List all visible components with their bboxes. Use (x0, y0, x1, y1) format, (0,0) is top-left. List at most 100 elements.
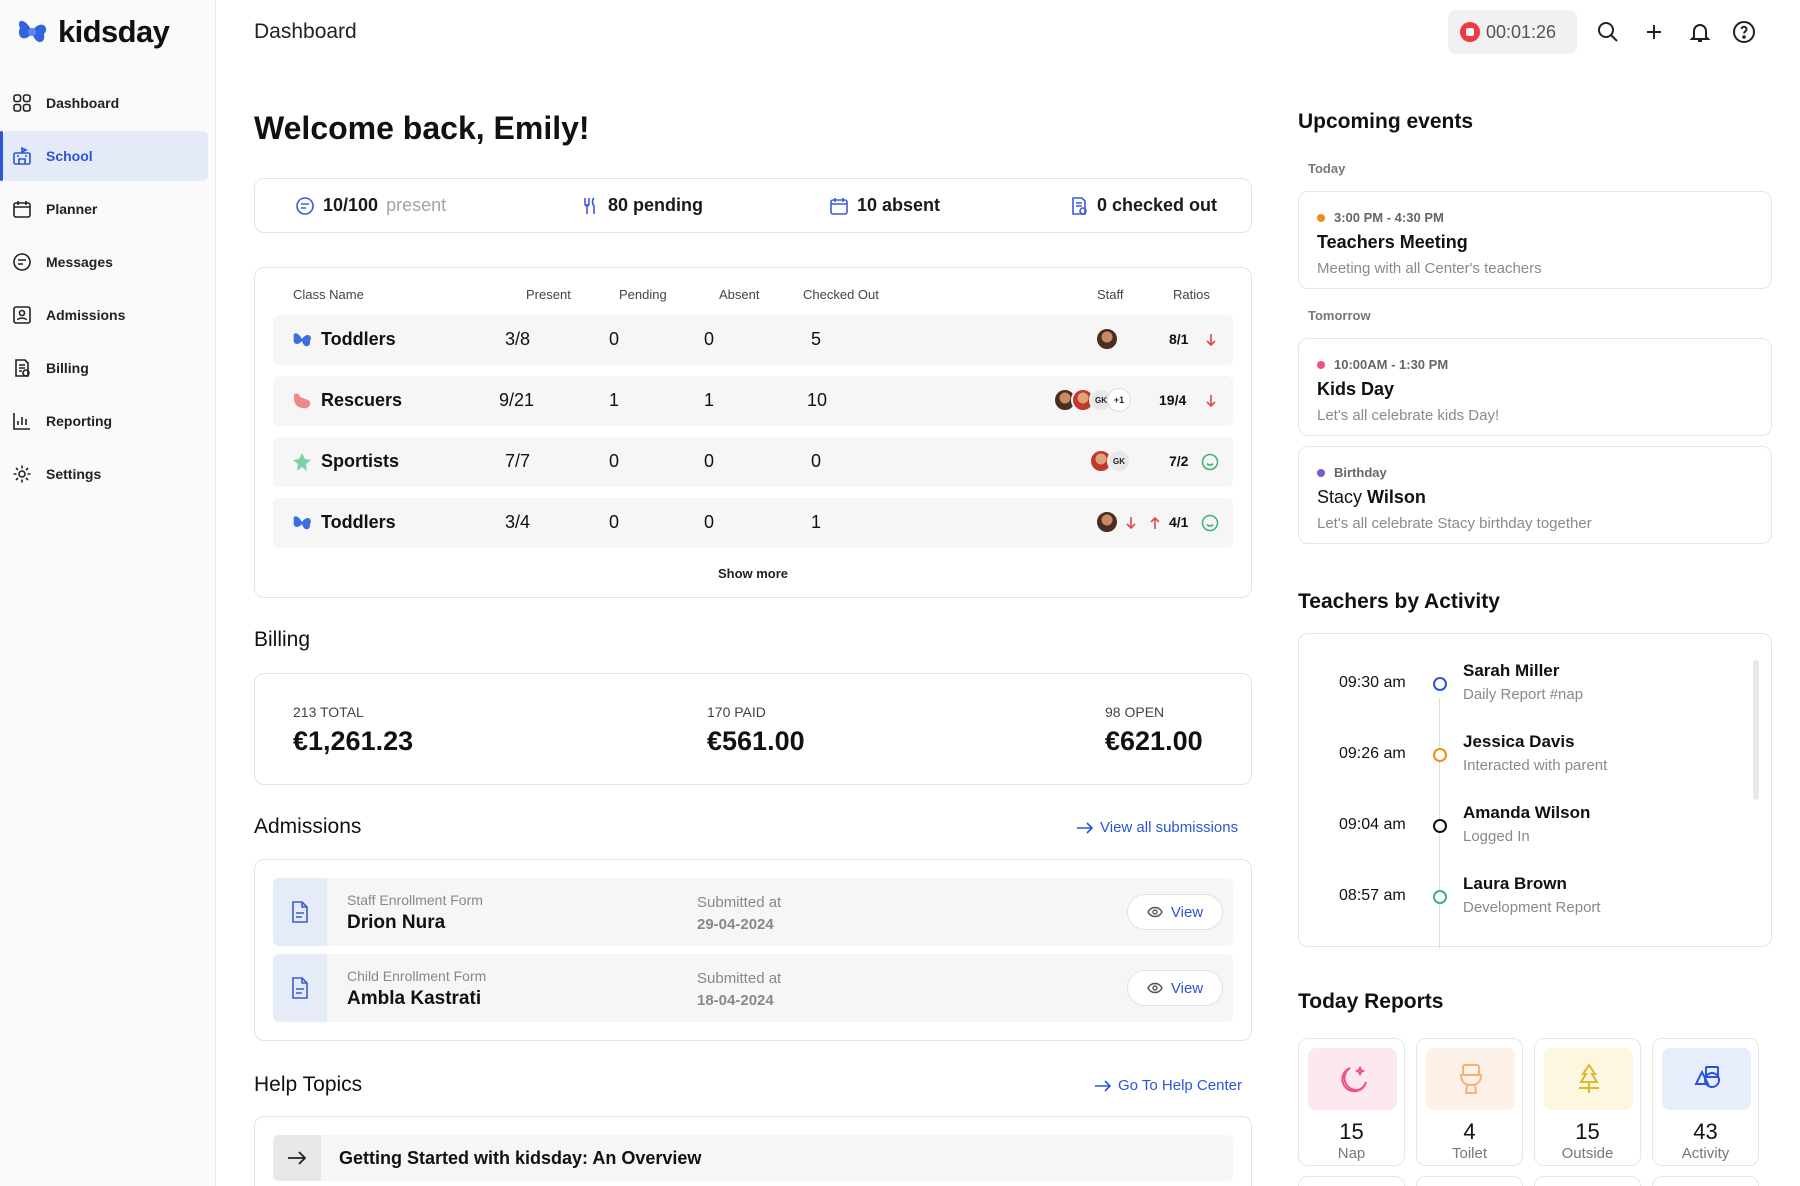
arrow-right-icon (1077, 821, 1094, 834)
activity-description: Logged In (1463, 828, 1530, 845)
present-cell: 9/21 (499, 390, 535, 410)
event-card[interactable]: Birthday Stacy Wilson Let's all celebrat… (1298, 446, 1772, 544)
attendance-summary: 10/100 present 80 pending 10 absent 0 ch… (254, 178, 1252, 233)
avatar[interactable] (1095, 510, 1119, 534)
billing-open: 98 OPEN €621.00 (1105, 704, 1203, 757)
show-more-button[interactable]: Show more (255, 566, 1251, 581)
report-card-nap[interactable]: 15 Nap (1298, 1038, 1405, 1166)
billing-open-value: €621.00 (1105, 726, 1203, 756)
search-icon[interactable] (1594, 18, 1622, 46)
avatar-initials[interactable]: GK (1107, 449, 1131, 473)
teacher-name[interactable]: Laura Brown (1463, 874, 1567, 894)
sidebar-item-messages[interactable]: Messages (2, 237, 208, 287)
timeline-marker (1433, 748, 1447, 762)
submitted-date: 18-04-2024 (697, 992, 774, 1009)
event-title: Teachers Meeting (1317, 232, 1468, 252)
avatar[interactable] (1095, 327, 1119, 351)
class-name: Toddlers (321, 512, 396, 532)
recording-timer[interactable]: 00:01:26 (1448, 10, 1577, 54)
table-row[interactable]: Sportists 7/7 0 0 0 GK 7/2 (273, 437, 1233, 487)
column-header: Checked Out (803, 287, 879, 302)
arrow-down-icon (1206, 395, 1216, 408)
column-header: Pending (619, 287, 667, 302)
eye-icon (1147, 982, 1163, 994)
staff-avatars (1095, 327, 1119, 351)
admissions-title: Admissions (254, 815, 362, 838)
activity-description: Daily Report #nap (1463, 686, 1584, 703)
sidebar-item-reporting[interactable]: Reporting (2, 396, 208, 446)
grid-icon (12, 93, 32, 113)
app-logo[interactable]: kidsday (14, 14, 170, 50)
event-card[interactable]: 3:00 PM - 4:30 PM Teachers Meeting Meeti… (1298, 191, 1772, 289)
view-all-submissions-link[interactable]: View all submissions (1076, 819, 1238, 836)
table-row[interactable]: Toddlers 3/8 0 0 5 8/1 (273, 315, 1233, 365)
event-time: Birthday (1317, 465, 1387, 480)
help-center-link[interactable]: Go To Help Center (1094, 1077, 1242, 1094)
checked-out-cell: 5 (811, 329, 822, 349)
report-card-outside[interactable]: 15 Outside (1534, 1038, 1641, 1166)
present-count: 10/100 (323, 195, 379, 215)
avatar-more-count[interactable]: +1 (1107, 388, 1131, 412)
activity-description: Development Report (1463, 899, 1601, 916)
teacher-name[interactable]: Sarah Miller (1463, 661, 1559, 681)
activity-time: 09:30 am (1339, 674, 1406, 691)
sidebar-item-planner[interactable]: Planner (2, 184, 208, 234)
scrollbar[interactable] (1753, 660, 1759, 800)
kidsday-logo-icon (18, 20, 47, 43)
sidebar-item-settings[interactable]: Settings (2, 449, 208, 499)
report-value: 4 (1463, 1119, 1476, 1144)
bell-icon[interactable] (1686, 18, 1714, 46)
table-row[interactable]: Toddlers 3/4 0 0 1 4/1 (273, 498, 1233, 548)
teacher-name[interactable]: Jessica Davis (1463, 732, 1575, 752)
absent-cell: 0 (704, 512, 715, 532)
checked-out-count: 0 checked out (1097, 195, 1218, 215)
sidebar-item-admissions[interactable]: Admissions (2, 290, 208, 340)
submitted-label: Submitted at (697, 970, 782, 987)
teacher-name[interactable]: Amanda Wilson (1463, 803, 1590, 823)
list-item: Child Enrollment Form Ambla Kastrati Sub… (273, 954, 1233, 1022)
help-icon[interactable] (1730, 18, 1758, 46)
pending-cell: 0 (609, 451, 620, 471)
checked-out-cell: 1 (811, 512, 822, 532)
event-dot (1317, 468, 1325, 477)
plus-icon[interactable] (1640, 18, 1668, 46)
sidebar-item-label: School (46, 148, 93, 164)
absent-cell: 0 (704, 329, 715, 349)
class-name: Sportists (321, 451, 400, 471)
staff-avatars: GK (1089, 449, 1131, 473)
report-value: 15 (1339, 1119, 1364, 1144)
shapes-icon (1662, 1048, 1751, 1110)
event-title-first: Stacy (1317, 487, 1363, 507)
sidebar: kidsday Dashboard School Planner Message… (0, 0, 216, 1186)
help-topics-title: Help Topics (254, 1073, 363, 1096)
sidebar-item-dashboard[interactable]: Dashboard (2, 78, 208, 128)
report-label: Nap (1337, 1145, 1366, 1162)
event-card[interactable]: 10:00AM - 1:30 PM Kids Day Let's all cel… (1298, 338, 1772, 436)
sidebar-item-school[interactable]: School (0, 131, 208, 181)
class-sportists-icon (293, 453, 311, 471)
sidebar-item-billing[interactable]: Billing (2, 343, 208, 393)
sidebar-item-label: Settings (46, 466, 102, 482)
list-item: Staff Enrollment Form Drion Nura Submitt… (273, 878, 1233, 946)
school-icon (12, 146, 32, 166)
teachers-activity-list: 09:30 am Sarah Miller Daily Report #nap … (1298, 633, 1772, 948)
arrow-down-icon (1126, 517, 1136, 530)
report-card-activity[interactable]: 43 Activity (1652, 1038, 1759, 1166)
table-row[interactable]: Rescuers 9/21 1 1 10 GK +1 19/4 (273, 376, 1233, 426)
page-title: Dashboard (254, 20, 357, 43)
sidebar-nav: Dashboard School Planner Messages Admiss… (0, 78, 216, 502)
event-dot (1317, 360, 1325, 369)
view-button[interactable]: View (1127, 894, 1223, 930)
top-bar: Dashboard 00:01:26 (216, 0, 1800, 64)
view-all-submissions-label: View all submissions (1100, 819, 1239, 836)
report-card-toilet[interactable]: 4 Toilet (1416, 1038, 1523, 1166)
staff-avatars (1095, 510, 1119, 534)
help-topic-item[interactable]: Getting Started with kidsday: An Overvie… (273, 1135, 1233, 1181)
column-header: Present (526, 287, 571, 302)
billing-paid: 170 PAID €561.00 (707, 704, 805, 757)
present-icon (296, 196, 314, 215)
pending-count: 80 pending (608, 195, 704, 215)
event-dot (1317, 213, 1325, 222)
view-button[interactable]: View (1127, 970, 1223, 1006)
day-label-today: Today (1308, 161, 1346, 176)
